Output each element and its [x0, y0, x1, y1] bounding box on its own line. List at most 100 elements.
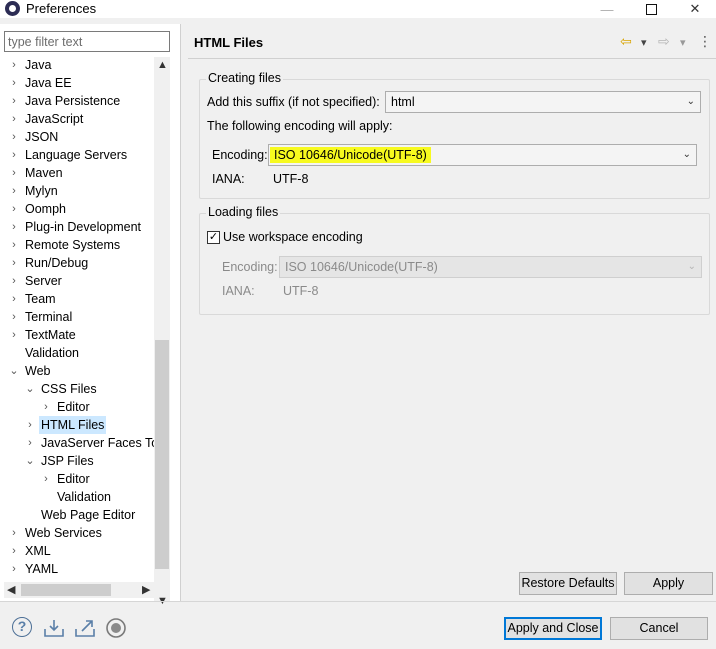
tree-item[interactable]: Validation: [0, 344, 154, 362]
scroll-left-icon[interactable]: ◀: [7, 583, 15, 596]
tree-horizontal-scrollbar[interactable]: ◀ ▶: [4, 582, 158, 598]
more-icon[interactable]: ⋮: [698, 33, 712, 50]
tree-item[interactable]: › Terminal: [0, 308, 154, 326]
forward-menu-icon[interactable]: ▾: [680, 36, 686, 49]
help-icon[interactable]: ?: [12, 617, 32, 637]
workspace-encoding-checkbox[interactable]: ✓: [207, 231, 220, 244]
chevron-right-icon[interactable]: ›: [8, 254, 20, 272]
tree-item-label: JavaScript: [25, 112, 84, 126]
tree-item[interactable]: › Plug-in Development: [0, 218, 154, 236]
chevron-right-icon[interactable]: ›: [40, 398, 52, 416]
tree-item[interactable]: › Run/Debug: [0, 254, 154, 272]
chevron-right-icon[interactable]: ›: [8, 542, 20, 560]
cancel-button[interactable]: Cancel: [610, 617, 708, 640]
tree-item[interactable]: ⌄ JSP Files: [0, 452, 154, 470]
back-icon[interactable]: ⇦: [620, 33, 632, 50]
loading-encoding-select: ISO 10646/Unicode(UTF-8) ⌄: [279, 256, 702, 278]
tree-item[interactable]: › YAML: [0, 560, 154, 578]
tree-item[interactable]: › Web Services: [0, 524, 154, 542]
chevron-right-icon[interactable]: ›: [8, 290, 20, 308]
chevron-right-icon[interactable]: ›: [8, 74, 20, 92]
tree-item-label: Web Page Editor: [41, 508, 136, 522]
creating-iana-label: IANA:: [212, 172, 245, 186]
chevron-down-icon[interactable]: ⌄: [24, 452, 36, 470]
tree-item[interactable]: › Mylyn: [0, 182, 154, 200]
window-title: Preferences: [26, 1, 97, 16]
chevron-right-icon[interactable]: ›: [8, 164, 20, 182]
panel-sash[interactable]: [180, 24, 181, 601]
forward-icon[interactable]: ⇨: [658, 33, 670, 50]
chevron-right-icon[interactable]: ›: [8, 236, 20, 254]
chevron-right-icon[interactable]: ›: [40, 470, 52, 488]
chevron-right-icon[interactable]: ›: [24, 416, 36, 434]
chevron-right-icon[interactable]: ›: [8, 272, 20, 290]
tree-item-label: Validation: [57, 490, 111, 504]
chevron-right-icon[interactable]: ›: [8, 200, 20, 218]
scroll-thumb[interactable]: [155, 340, 169, 569]
suffix-select[interactable]: html ⌄: [385, 91, 701, 113]
close-button[interactable]: ✕: [672, 0, 716, 18]
record-icon[interactable]: [105, 617, 127, 639]
chevron-right-icon[interactable]: ›: [8, 182, 20, 200]
chevron-right-icon[interactable]: ›: [8, 110, 20, 128]
filter-input[interactable]: [4, 31, 170, 52]
maximize-button[interactable]: [628, 0, 674, 18]
creating-encoding-select[interactable]: ISO 10646/Unicode(UTF-8) ⌄: [268, 144, 697, 166]
tree-item-label: Editor: [57, 400, 90, 414]
chevron-right-icon[interactable]: ›: [8, 524, 20, 542]
chevron-right-icon[interactable]: ›: [8, 560, 20, 578]
tree-item[interactable]: ⌄ CSS Files: [0, 380, 154, 398]
scroll-right-icon[interactable]: ▶: [142, 583, 150, 596]
tree-item-label: Language Servers: [25, 148, 128, 162]
tree-item[interactable]: › TextMate: [0, 326, 154, 344]
chevron-down-icon[interactable]: ⌄: [24, 380, 36, 398]
apply-and-close-button[interactable]: Apply and Close: [504, 617, 602, 640]
tree-item[interactable]: › Oomph: [0, 200, 154, 218]
maximize-icon: [645, 3, 657, 15]
scroll-up-icon[interactable]: ▲: [157, 59, 168, 71]
chevron-right-icon[interactable]: ›: [8, 218, 20, 236]
tree-item[interactable]: › Java: [0, 57, 154, 74]
tree-item-label: Server: [25, 274, 62, 288]
tree-item[interactable]: › Editor: [0, 398, 154, 416]
workspace-encoding-label[interactable]: Use workspace encoding: [223, 230, 363, 244]
tree-item[interactable]: › Remote Systems: [0, 236, 154, 254]
tree-item[interactable]: › Editor: [0, 470, 154, 488]
tree-item[interactable]: › JavaScript: [0, 110, 154, 128]
chevron-right-icon[interactable]: ›: [8, 128, 20, 146]
chevron-right-icon[interactable]: ›: [24, 434, 36, 452]
chevron-right-icon[interactable]: ›: [8, 92, 20, 110]
tree-vertical-scrollbar[interactable]: ▲ ▼: [154, 57, 170, 609]
import-icon[interactable]: [43, 617, 65, 639]
chevron-down-icon[interactable]: ⌄: [8, 362, 20, 380]
tree-item[interactable]: › Java EE: [0, 74, 154, 92]
tree-item[interactable]: › Team: [0, 290, 154, 308]
chevron-right-icon[interactable]: ›: [8, 57, 20, 74]
creating-encoding-label: Encoding:: [212, 148, 268, 162]
tree-item[interactable]: › Server: [0, 272, 154, 290]
back-menu-icon[interactable]: ▾: [641, 36, 647, 49]
tree-item[interactable]: › HTML Files: [0, 416, 154, 434]
tree-item-label: TextMate: [25, 328, 76, 342]
apply-button[interactable]: Apply: [624, 572, 713, 595]
tree-item-label: HTML Files: [39, 416, 107, 434]
restore-defaults-button[interactable]: Restore Defaults: [519, 572, 617, 595]
tree-item[interactable]: › JSON: [0, 128, 154, 146]
hscroll-thumb[interactable]: [21, 584, 111, 596]
chevron-right-icon[interactable]: ›: [8, 308, 20, 326]
export-icon[interactable]: [74, 617, 96, 639]
tree-item[interactable]: ⌄ Web: [0, 362, 154, 380]
tree-item[interactable]: Validation: [0, 488, 154, 506]
tree-item[interactable]: › XML: [0, 542, 154, 560]
minimize-button[interactable]: —: [584, 0, 630, 18]
footer-separator: [0, 601, 716, 602]
tree-item[interactable]: › Maven: [0, 164, 154, 182]
chevron-right-icon[interactable]: ›: [8, 326, 20, 344]
loading-iana-label: IANA:: [222, 284, 255, 298]
tree-item[interactable]: › Java Persistence: [0, 92, 154, 110]
tree-item[interactable]: › JavaServer Faces Tools: [0, 434, 154, 452]
tree-item[interactable]: › Language Servers: [0, 146, 154, 164]
tree-item-label: JSP Files: [41, 454, 94, 468]
tree-item[interactable]: Web Page Editor: [0, 506, 154, 524]
chevron-right-icon[interactable]: ›: [8, 146, 20, 164]
